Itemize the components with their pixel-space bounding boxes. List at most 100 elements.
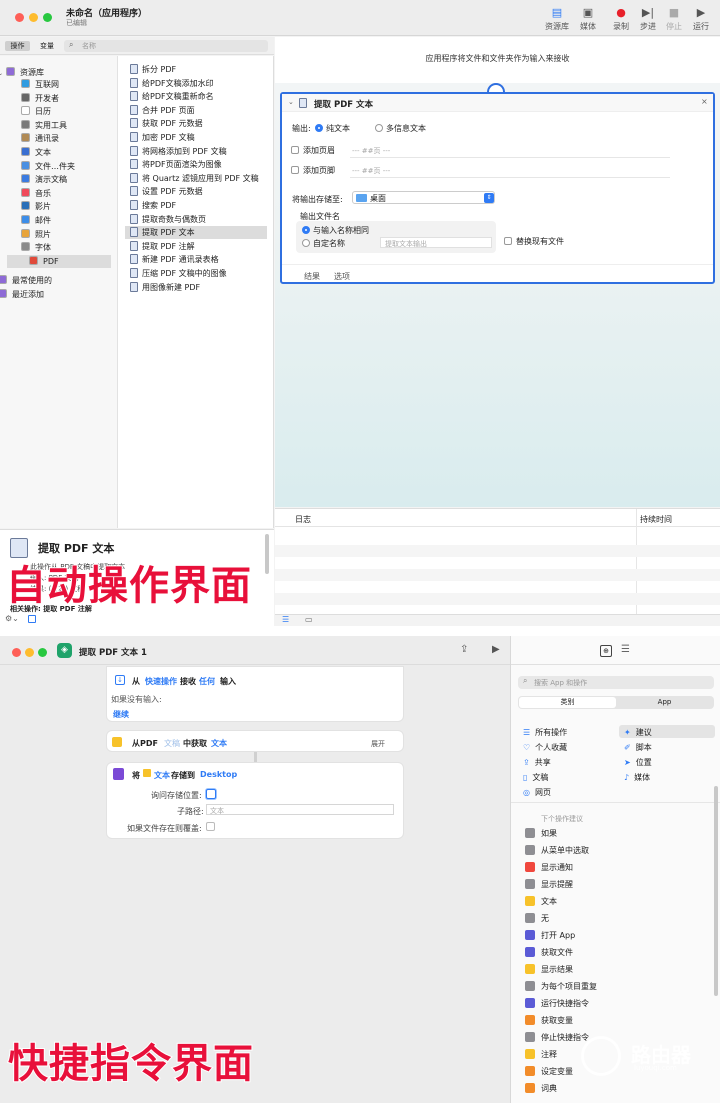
text-variable-token[interactable]: 文本 xyxy=(154,770,170,781)
segment-apps[interactable]: App xyxy=(616,697,713,708)
suggestion-item[interactable]: 打开 App xyxy=(525,929,575,943)
settings-icon[interactable]: ⚙⌄ xyxy=(5,614,19,623)
replace-existing-checkbox[interactable]: 替换现有文件 xyxy=(504,236,564,247)
library-item[interactable]: 文本 xyxy=(15,146,51,159)
save-location-popup[interactable]: 桌面 ⇕ xyxy=(352,191,495,204)
custom-name-field[interactable]: 提取文本输出 xyxy=(380,237,492,248)
suggestion-item[interactable]: 获取变量 xyxy=(525,1014,573,1028)
header-field[interactable]: --- ##页 --- xyxy=(352,146,390,156)
tab-actions[interactable]: 操作 xyxy=(5,41,30,51)
action-item[interactable]: 将PDF页面渲染为图像 xyxy=(130,158,267,171)
action-item[interactable]: 提取 PDF 文本 xyxy=(125,226,267,240)
action-item[interactable]: 加密 PDF 文稿 xyxy=(130,131,267,144)
library-item[interactable]: 演示文稿 xyxy=(15,173,67,186)
suggestion-item[interactable]: 文本 xyxy=(525,895,557,909)
add-footer-checkbox[interactable]: 添加页脚 xyxy=(291,165,335,176)
expand-button[interactable]: 展开 xyxy=(371,739,385,749)
library-item[interactable]: PDF xyxy=(7,255,111,268)
continue-token[interactable]: 继续 xyxy=(113,709,129,720)
close-window-button[interactable] xyxy=(15,13,24,22)
suggestion-item[interactable]: 从菜单中选取 xyxy=(525,844,589,858)
suggestion-item[interactable]: 无 xyxy=(525,912,549,926)
run-icon[interactable]: ▶ xyxy=(492,644,500,655)
category-item[interactable]: ♪ 媒体 xyxy=(624,772,650,783)
suggestion-item[interactable]: 为每个项目重复 xyxy=(525,980,597,994)
action-item[interactable]: 合并 PDF 页面 xyxy=(130,104,267,117)
overwrite-checkbox[interactable] xyxy=(206,822,215,831)
split-view-icon[interactable]: ▭ xyxy=(305,615,313,624)
scrollbar[interactable] xyxy=(265,534,269,574)
library-item[interactable]: 实用工具 xyxy=(15,119,67,132)
results-tab[interactable]: 结果 xyxy=(304,271,320,282)
library-item[interactable]: 最近添加 xyxy=(0,288,44,301)
suggestion-item[interactable]: 显示通知 xyxy=(525,861,573,875)
segment-categories[interactable]: 类别 xyxy=(519,697,616,708)
library-toolbar-button[interactable]: ▤ 资源库 xyxy=(540,6,574,32)
save-file-card[interactable]: 将 文本 存储到 Desktop 询问存储位置: 子路径: 文本 如果文件存在则… xyxy=(106,762,404,839)
scrollbar[interactable] xyxy=(714,786,718,996)
suggestion-item[interactable]: 注释 xyxy=(525,1048,557,1062)
suggestion-item[interactable]: 获取文件 xyxy=(525,946,573,960)
suggestion-item[interactable]: 显示提醒 xyxy=(525,878,573,892)
library-item[interactable]: 邮件 xyxy=(15,214,51,227)
zoom-window-button[interactable] xyxy=(43,13,52,22)
disclosure-icon[interactable]: ⌄ xyxy=(288,98,294,106)
output-plain-radio[interactable]: 纯文本 xyxy=(315,123,350,134)
category-item[interactable]: ✐ 脚本 xyxy=(624,742,652,753)
ask-location-checkbox[interactable] xyxy=(206,789,216,799)
action-item[interactable]: 设置 PDF 元数据 xyxy=(130,185,267,198)
category-item[interactable]: ♡ 个人收藏 xyxy=(523,742,567,753)
action-item[interactable]: 用图像新建 PDF xyxy=(130,281,267,294)
action-item[interactable]: 搜索 PDF xyxy=(130,199,267,212)
library-icon[interactable]: ⊕ xyxy=(600,645,612,657)
footer-field[interactable]: --- ##页 --- xyxy=(352,166,390,176)
shortcut-title[interactable]: 提取 PDF 文本 1 xyxy=(79,646,147,658)
library-item[interactable]: 音乐 xyxy=(15,187,51,200)
shortcut-icon[interactable]: ◈ xyxy=(57,643,72,658)
category-item[interactable]: ⇪ 共享 xyxy=(523,757,551,768)
info-icon[interactable] xyxy=(28,615,36,623)
list-view-icon[interactable]: ☰ xyxy=(282,615,289,624)
subpath-field[interactable]: 文本 xyxy=(206,804,394,815)
log-column[interactable]: 日志 xyxy=(295,514,311,525)
action-item[interactable]: 给PDF文稿重新命名 xyxy=(130,90,267,103)
action-item[interactable]: 获取 PDF 元数据 xyxy=(130,117,267,130)
category-item[interactable]: ✦ 建议 xyxy=(624,727,652,738)
suggestion-item[interactable]: 停止快捷指令 xyxy=(525,1031,589,1045)
category-item[interactable]: ☰ 所有操作 xyxy=(523,727,567,738)
extract-text-card[interactable]: 从PDF 文稿 中获取 文本 展开 xyxy=(106,730,404,752)
action-item[interactable]: 提取 PDF 注解 xyxy=(130,240,267,253)
close-window-button[interactable] xyxy=(12,648,21,657)
custom-name-radio[interactable]: 自定名称 xyxy=(302,238,345,249)
extract-pdf-text-action-card[interactable]: ⌄ 提取 PDF 文本 × 输出: 纯文本 多信息文本 添加页眉 --- ##页… xyxy=(280,92,715,284)
same-name-radio[interactable]: 与输入名称相同 xyxy=(302,225,369,236)
suggestion-item[interactable]: 词典 xyxy=(525,1082,557,1096)
library-item[interactable]: 最常使用的 xyxy=(0,274,52,287)
library-item[interactable]: 照片 xyxy=(15,228,51,241)
document-token[interactable]: 文稿 xyxy=(164,738,180,749)
minimize-window-button[interactable] xyxy=(25,648,34,657)
suggestion-item[interactable]: 显示结果 xyxy=(525,963,573,977)
output-rich-radio[interactable]: 多信息文本 xyxy=(375,123,426,134)
share-icon[interactable]: ⇪ xyxy=(460,644,468,655)
library-item[interactable]: 日历 xyxy=(15,105,51,118)
add-header-checkbox[interactable]: 添加页眉 xyxy=(291,145,335,156)
zoom-window-button[interactable] xyxy=(38,648,47,657)
suggestion-item[interactable]: 如果 xyxy=(525,827,557,841)
action-item[interactable]: 给PDF文稿添加水印 xyxy=(130,77,267,90)
suggestion-item[interactable]: 运行快捷指令 xyxy=(525,997,589,1011)
library-item[interactable]: 字体 xyxy=(15,241,51,254)
library-item[interactable]: 开发者 xyxy=(15,92,59,105)
library-item[interactable]: 文件…件夹 xyxy=(15,160,75,173)
receive-input-card[interactable]: ↓ 从 快速操作 接收 任何 输入 如果没有输入: 继续 xyxy=(106,666,404,722)
action-item[interactable]: 拆分 PDF xyxy=(130,63,267,76)
library-item[interactable]: 通讯录 xyxy=(15,132,59,145)
action-item[interactable]: 提取奇数与偶数页 xyxy=(130,213,267,226)
any-token[interactable]: 任何 xyxy=(199,676,215,687)
quick-action-token[interactable]: 快速操作 xyxy=(145,676,177,687)
tab-variables[interactable]: 变量 xyxy=(33,41,61,51)
search-field[interactable]: ⌕ 名称 xyxy=(64,40,268,52)
text-token[interactable]: 文本 xyxy=(211,738,227,749)
suggestion-item[interactable]: 设定变量 xyxy=(525,1065,573,1079)
action-item[interactable]: 将网格添加到 PDF 文稿 xyxy=(130,145,267,158)
